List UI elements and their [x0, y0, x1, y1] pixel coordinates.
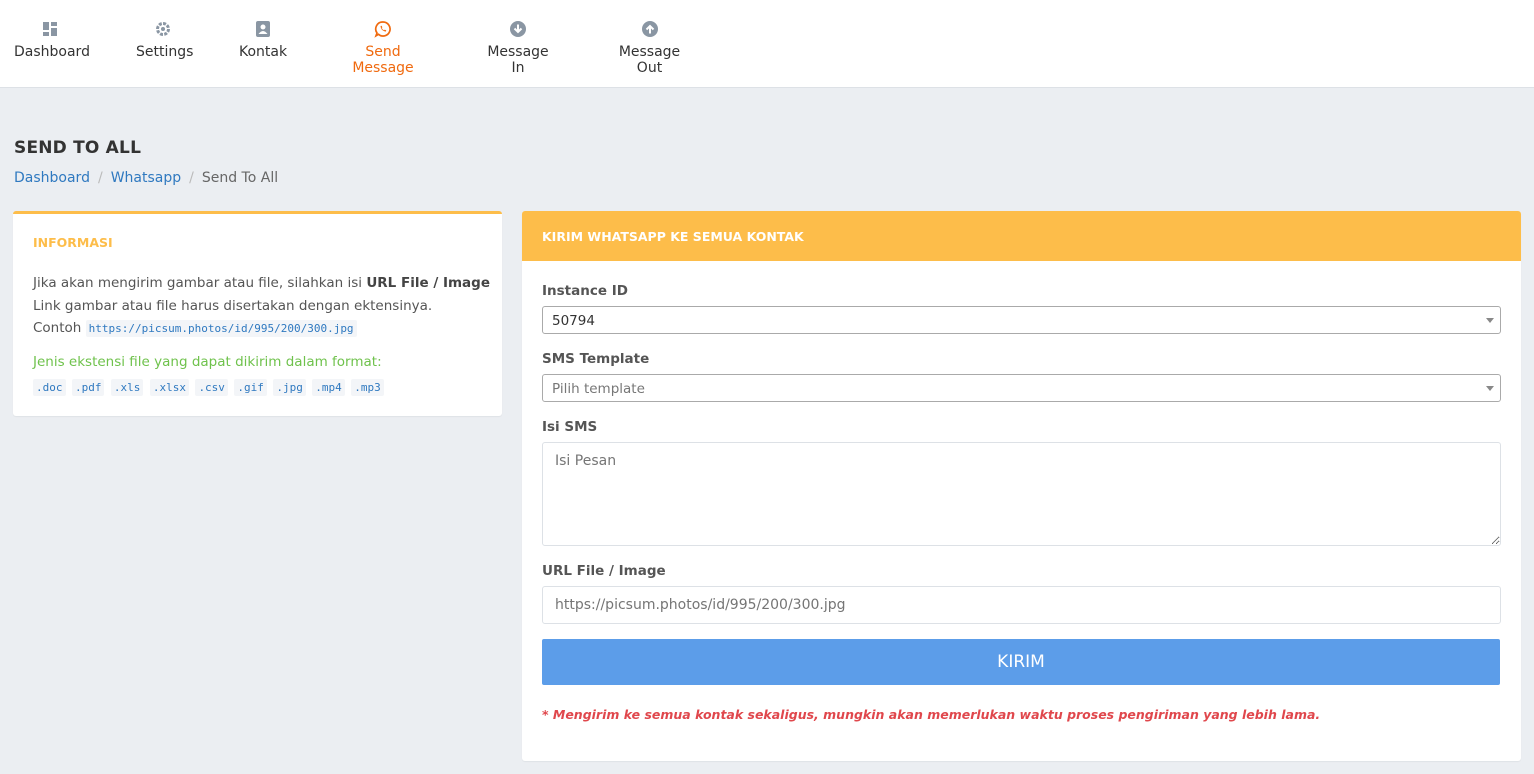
contact-icon	[255, 21, 270, 37]
kirim-button[interactable]: KIRIM	[542, 639, 1500, 685]
nav-settings[interactable]: Settings	[136, 20, 194, 60]
info-text: Jika akan mengirim gambar atau file, sil…	[33, 272, 493, 341]
breadcrumb-dashboard[interactable]: Dashboard	[14, 170, 90, 186]
nav-message-out[interactable]: Message Out	[606, 20, 693, 76]
formats-label: Jenis ekstensi file yang dapat dikirim d…	[33, 354, 382, 370]
dashboard-icon	[43, 22, 57, 36]
extension-tag: .gif	[234, 379, 267, 396]
nav-label: Send Message	[352, 44, 414, 76]
extension-tag: .mp3	[351, 379, 384, 396]
breadcrumb-separator: /	[189, 170, 194, 186]
arrow-down-circle-icon	[510, 21, 526, 37]
info-title: INFORMASI	[33, 235, 113, 250]
info-line3: Contoh	[33, 320, 82, 336]
extension-tag: .xls	[110, 379, 144, 396]
extension-tag: .jpg	[273, 379, 306, 396]
example-url: https://picsum.photos/id/995/200/300.jpg	[85, 320, 357, 337]
url-file-label: URL File / Image	[542, 563, 666, 579]
message-textarea[interactable]	[542, 442, 1501, 546]
extension-tag: .mp4	[312, 379, 345, 396]
extension-tag: .doc	[33, 379, 66, 396]
nav-label: Kontak	[239, 44, 288, 60]
chevron-down-icon	[1486, 386, 1494, 391]
info-line1-bold: URL File / Image	[366, 275, 490, 291]
gear-icon	[156, 22, 170, 36]
instance-id-select[interactable]: 50794	[542, 306, 1501, 334]
breadcrumb-separator: /	[97, 170, 103, 186]
sms-template-select[interactable]: Pilih template	[542, 374, 1501, 402]
nav-label: Dashboard	[14, 44, 90, 60]
sms-template-placeholder: Pilih template	[552, 381, 645, 397]
extension-tag: .csv	[195, 379, 228, 396]
instance-id-value: 50794	[552, 313, 595, 329]
sms-template-label: SMS Template	[542, 351, 650, 367]
send-form-card: KIRIM WHATSAPP KE SEMUA KONTAK Instance …	[522, 211, 1521, 761]
breadcrumb: Dashboard / Whatsapp / Send To All	[14, 170, 278, 186]
isi-sms-label: Isi SMS	[542, 419, 598, 435]
extension-tag: .xlsx	[149, 379, 189, 396]
nav-label: Message Out	[618, 44, 681, 76]
info-line2: Link gambar atau file harus disertakan d…	[33, 297, 433, 314]
page-title: SEND TO ALL	[14, 138, 142, 158]
breadcrumb-current: Send To All	[201, 170, 279, 186]
nav-send-message[interactable]: Send Message	[335, 20, 431, 76]
breadcrumb-whatsapp[interactable]: Whatsapp	[111, 170, 181, 186]
info-line1: Jika akan mengirim gambar atau file, sil…	[33, 275, 367, 291]
nav-label: Message In	[487, 44, 549, 76]
warning-note: * Mengirim ke semua kontak sekaligus, mu…	[542, 707, 1321, 722]
info-card: INFORMASI Jika akan mengirim gambar atau…	[13, 211, 502, 416]
url-file-input[interactable]	[542, 586, 1501, 624]
nav-dashboard[interactable]: Dashboard	[14, 20, 90, 60]
nav-message-in[interactable]: Message In	[480, 20, 556, 76]
form-header: KIRIM WHATSAPP KE SEMUA KONTAK	[522, 211, 1521, 261]
extension-list: .doc .pdf .xls .xlsx .csv .gif .jpg .mp4…	[33, 379, 386, 396]
extension-tag: .pdf	[71, 379, 105, 396]
top-navigation: Dashboard Settings Kontak Send Message M…	[0, 0, 1534, 88]
whatsapp-icon	[374, 21, 391, 38]
nav-label: Settings	[136, 44, 194, 60]
instance-id-label: Instance ID	[542, 283, 628, 299]
chevron-down-icon	[1486, 318, 1494, 323]
arrow-up-circle-icon	[641, 21, 658, 37]
nav-kontak[interactable]: Kontak	[239, 20, 288, 60]
